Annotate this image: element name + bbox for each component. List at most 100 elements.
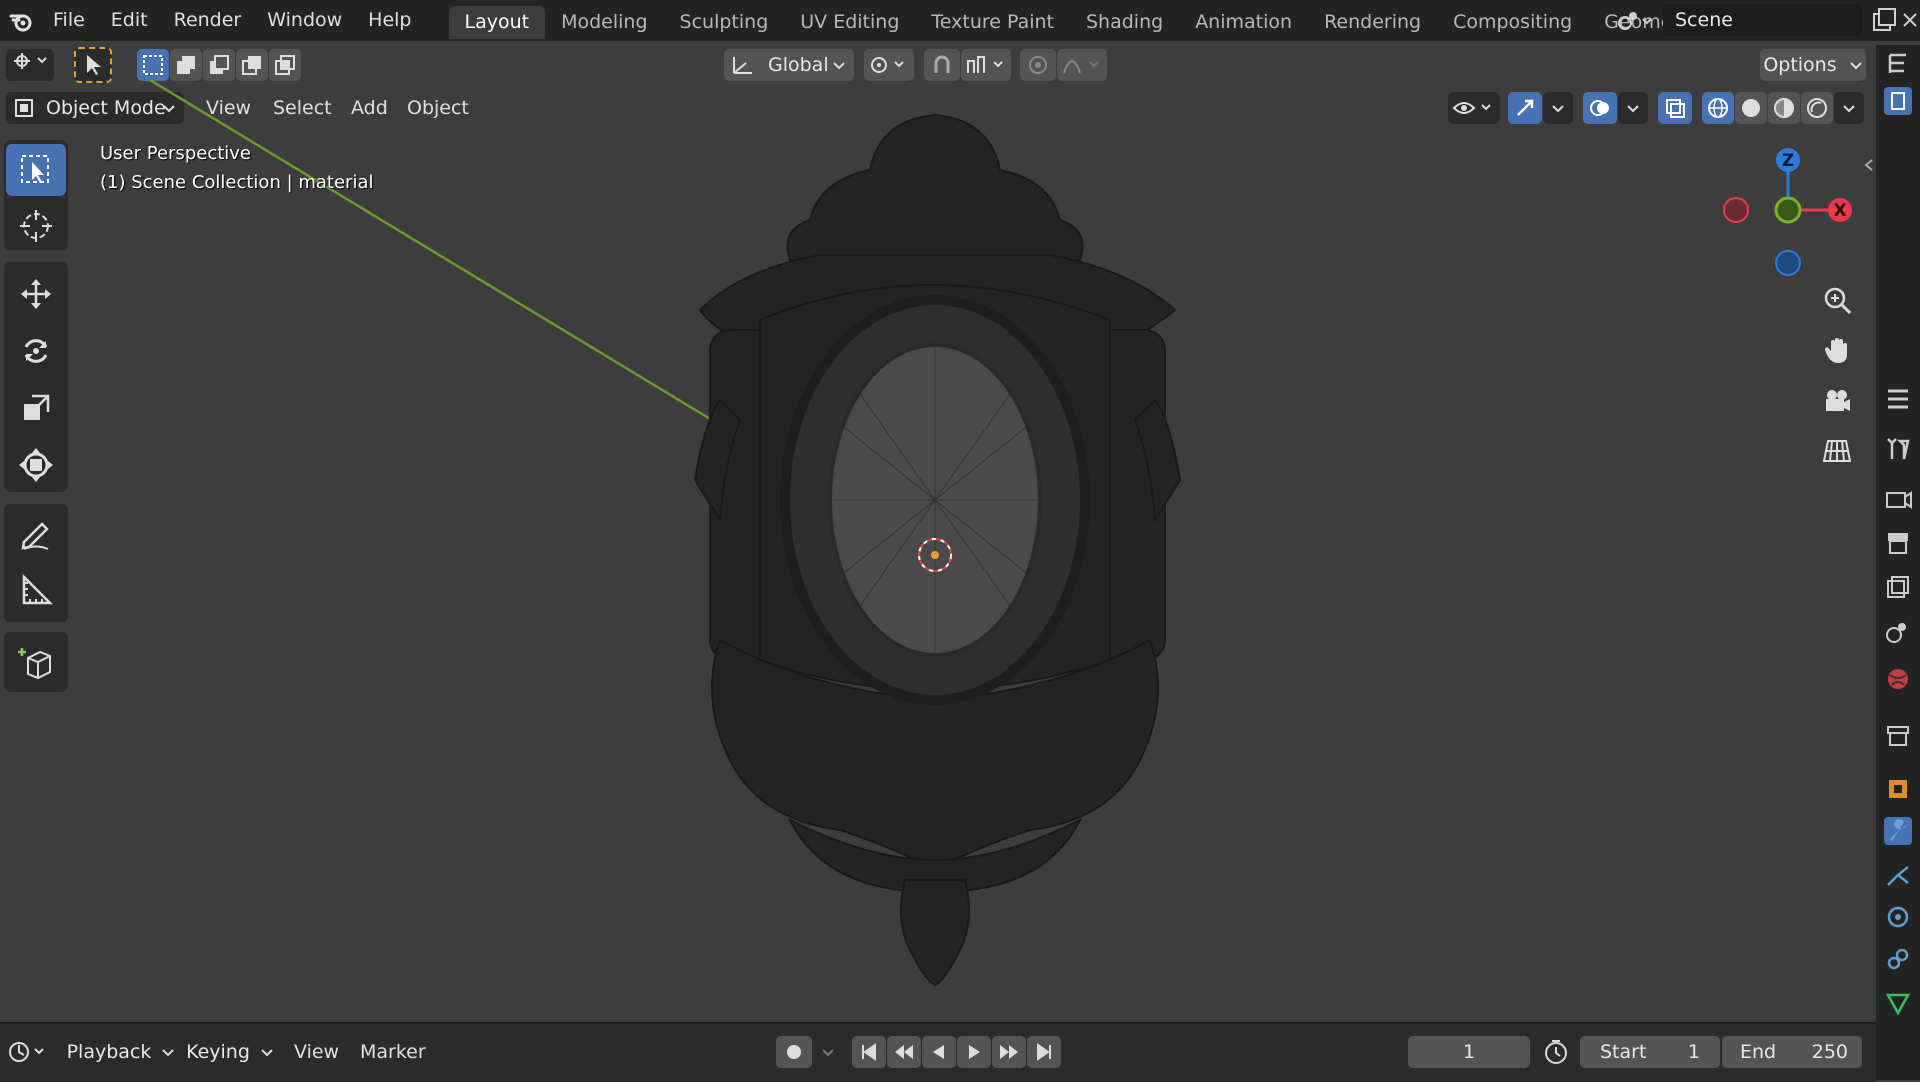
- gizmo-toggle-icon[interactable]: [1508, 92, 1542, 124]
- add-cube-tool-icon[interactable]: [6, 636, 66, 688]
- shading-wireframe-icon[interactable]: [1702, 92, 1734, 124]
- remove-scene-icon[interactable]: [1900, 6, 1920, 36]
- viewport-perspective-label: User Perspective: [100, 143, 251, 164]
- tab-uv-editing[interactable]: UV Editing: [784, 6, 915, 39]
- play-reverse-icon[interactable]: [922, 1036, 956, 1068]
- zoom-icon[interactable]: [1817, 280, 1857, 320]
- pivot-point-dropdown[interactable]: [864, 49, 914, 81]
- jump-keyframe-forward-icon[interactable]: [992, 1036, 1026, 1068]
- pan-hand-icon[interactable]: [1817, 330, 1857, 370]
- tool-icon[interactable]: [1884, 435, 1912, 463]
- tab-animation[interactable]: Animation: [1179, 6, 1308, 39]
- proportional-editing-icon[interactable]: [1020, 49, 1056, 81]
- scene-name-field[interactable]: Scene: [1663, 4, 1863, 36]
- keying-menu[interactable]: Keying: [182, 1036, 278, 1068]
- scene-selector-icon[interactable]: [1615, 6, 1659, 36]
- preview-range-icon[interactable]: [1542, 1038, 1572, 1068]
- auto-keying-icon[interactable]: [776, 1036, 812, 1068]
- timeline-editor-type-icon[interactable]: [4, 1036, 54, 1068]
- select-mode-new-icon[interactable]: [137, 49, 169, 81]
- menu-select[interactable]: Select: [273, 92, 332, 124]
- modifier-properties-icon[interactable]: [1884, 817, 1912, 845]
- scale-tool-icon[interactable]: [6, 382, 66, 434]
- overlays-toggle-icon[interactable]: [1583, 92, 1617, 124]
- mode-dropdown[interactable]: Object Mode: [6, 92, 184, 124]
- overlays-dropdown[interactable]: [1618, 92, 1648, 124]
- snap-toggle-icon[interactable]: [924, 49, 960, 81]
- move-tool-icon[interactable]: [6, 268, 66, 320]
- object-properties-icon[interactable]: [1884, 775, 1912, 803]
- cursor-tool-icon[interactable]: [6, 200, 66, 252]
- particles-icon[interactable]: [1884, 861, 1912, 889]
- camera-view-icon[interactable]: [1817, 380, 1857, 420]
- measure-tool-icon[interactable]: [6, 565, 66, 617]
- menu-edit[interactable]: Edit: [98, 0, 161, 41]
- select-mode-intersect-icon[interactable]: [269, 49, 301, 81]
- select-box-tool-icon[interactable]: [6, 144, 66, 196]
- tab-layout[interactable]: Layout: [448, 6, 546, 39]
- tool-settings-icon[interactable]: [1884, 385, 1912, 413]
- mode-label: Object Mode: [46, 97, 166, 119]
- scene-properties-icon[interactable]: [1884, 619, 1912, 647]
- blender-logo-icon[interactable]: [4, 0, 40, 41]
- jump-start-icon[interactable]: [852, 1036, 886, 1068]
- start-frame-field[interactable]: Start 1: [1580, 1036, 1720, 1068]
- menu-view[interactable]: View: [206, 92, 251, 124]
- current-frame-field[interactable]: 1: [1408, 1036, 1530, 1068]
- tab-texture-paint[interactable]: Texture Paint: [915, 6, 1070, 39]
- tab-sculpting[interactable]: Sculpting: [664, 6, 785, 39]
- shading-material-icon[interactable]: [1768, 92, 1800, 124]
- transform-tool-icon[interactable]: [6, 439, 66, 491]
- shading-solid-icon[interactable]: [1735, 92, 1767, 124]
- select-mode-extend-icon[interactable]: [170, 49, 202, 81]
- playback-menu[interactable]: Playback: [64, 1036, 178, 1068]
- options-dropdown[interactable]: Options: [1760, 49, 1866, 81]
- physics-icon[interactable]: [1884, 903, 1912, 931]
- data-properties-icon[interactable]: [1884, 989, 1912, 1017]
- shading-dropdown[interactable]: [1834, 92, 1864, 124]
- menu-file[interactable]: File: [40, 0, 98, 41]
- sidebar-collapse-icon[interactable]: [1862, 155, 1876, 171]
- tab-compositing[interactable]: Compositing: [1437, 6, 1588, 39]
- jump-keyframe-back-icon[interactable]: [887, 1036, 921, 1068]
- rotate-tool-icon[interactable]: [6, 325, 66, 377]
- new-scene-icon[interactable]: [1870, 6, 1900, 36]
- snap-target-dropdown[interactable]: [961, 49, 1011, 81]
- timeline-view-menu[interactable]: View: [294, 1036, 339, 1068]
- render-properties-icon[interactable]: [1884, 485, 1912, 513]
- collection-properties-icon[interactable]: [1884, 721, 1912, 749]
- menu-help[interactable]: Help: [355, 0, 424, 41]
- transform-orientation-dropdown[interactable]: Global: [724, 49, 854, 81]
- transform-orientation-label: Global: [768, 54, 829, 76]
- xray-toggle-icon[interactable]: [1658, 92, 1692, 124]
- proportional-falloff-dropdown[interactable]: [1057, 49, 1107, 81]
- menu-render[interactable]: Render: [161, 0, 255, 41]
- orthographic-grid-icon[interactable]: [1817, 430, 1857, 470]
- jump-end-icon[interactable]: [1027, 1036, 1061, 1068]
- outliner-icon[interactable]: [1884, 51, 1912, 79]
- play-icon[interactable]: [957, 1036, 991, 1068]
- select-mode-invert-icon[interactable]: [236, 49, 268, 81]
- outliner-active-icon[interactable]: [1884, 87, 1912, 115]
- menu-add[interactable]: Add: [351, 92, 388, 124]
- select-tool-icon[interactable]: [74, 47, 112, 83]
- menu-object[interactable]: Object: [407, 92, 469, 124]
- editor-type-icon[interactable]: [6, 49, 54, 81]
- tab-rendering[interactable]: Rendering: [1308, 6, 1437, 39]
- navigation-gizmo[interactable]: Z X: [1700, 140, 1860, 290]
- menu-window[interactable]: Window: [254, 0, 355, 41]
- annotate-tool-icon[interactable]: [6, 508, 66, 560]
- view-layer-icon[interactable]: [1884, 573, 1912, 601]
- visibility-dropdown[interactable]: [1448, 92, 1500, 124]
- select-mode-subtract-icon[interactable]: [203, 49, 235, 81]
- output-properties-icon[interactable]: [1884, 529, 1912, 557]
- tab-shading[interactable]: Shading: [1070, 6, 1179, 39]
- timeline-marker-menu[interactable]: Marker: [360, 1036, 426, 1068]
- gizmo-dropdown[interactable]: [1543, 92, 1573, 124]
- constraints-icon[interactable]: [1884, 945, 1912, 973]
- world-properties-icon[interactable]: [1884, 665, 1912, 693]
- end-frame-field[interactable]: End 250: [1722, 1036, 1862, 1068]
- tab-modeling[interactable]: Modeling: [545, 6, 663, 39]
- shading-rendered-icon[interactable]: [1801, 92, 1833, 124]
- keying-set-dropdown[interactable]: [813, 1036, 843, 1068]
